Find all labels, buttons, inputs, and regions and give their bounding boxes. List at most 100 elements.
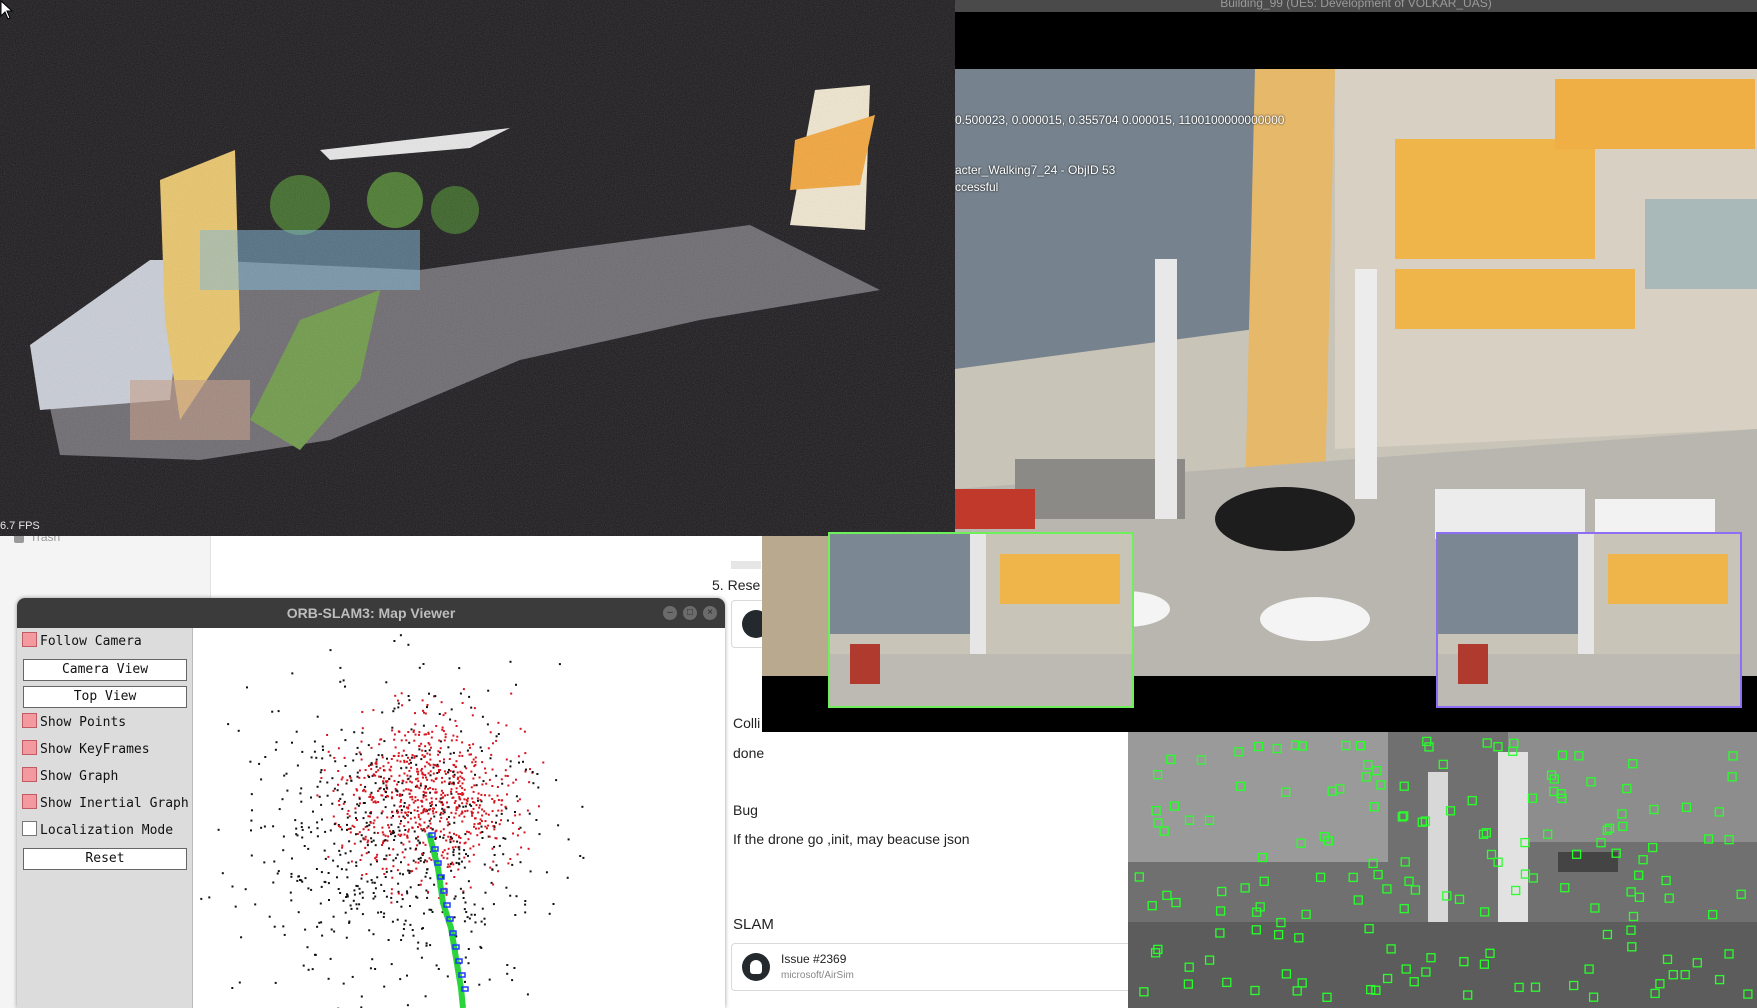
map-point <box>399 634 402 637</box>
map-point <box>430 817 432 820</box>
map-point <box>299 792 302 795</box>
map-point <box>390 775 393 778</box>
map-point <box>315 756 318 759</box>
map-point <box>417 835 419 838</box>
show-graph-checkbox[interactable]: Show Graph <box>22 767 118 787</box>
map-point <box>450 788 453 791</box>
map-point <box>428 857 431 860</box>
map-point <box>355 753 358 756</box>
camera-view-button[interactable]: Camera View <box>23 659 187 681</box>
orb-slam-map-viewer[interactable]: ORB-SLAM3: Map Viewer – □ × Follow Camer… <box>17 598 725 1008</box>
map-point <box>358 831 361 834</box>
map-point <box>466 800 469 803</box>
map-point <box>453 916 456 919</box>
map-point <box>548 912 551 915</box>
map-point <box>427 890 429 893</box>
map-point <box>337 747 340 750</box>
map-point <box>459 751 462 754</box>
map-point <box>338 825 340 828</box>
map-point <box>500 778 503 781</box>
pointcloud-viewer[interactable]: 6.7 FPS <box>0 0 955 536</box>
map-point <box>397 730 400 733</box>
reset-button[interactable]: Reset <box>23 848 187 870</box>
follow-camera-checkbox[interactable]: Follow Camera <box>22 632 142 652</box>
map-point <box>372 933 375 936</box>
map-point <box>429 805 432 807</box>
map-point <box>324 857 327 860</box>
map-point <box>417 941 420 944</box>
map-point <box>316 827 319 830</box>
map-point <box>474 773 476 776</box>
map-point <box>467 797 469 800</box>
map-point <box>463 788 466 791</box>
control-panel: Follow Camera Camera View Top View Show … <box>17 628 193 1008</box>
map-point <box>301 828 304 831</box>
map-point <box>336 876 338 879</box>
map-point <box>462 897 465 899</box>
map-point <box>310 831 313 834</box>
map-point <box>535 819 538 821</box>
map-point <box>429 764 432 767</box>
show-inertial-graph-checkbox[interactable]: Show Inertial Graph <box>22 794 189 814</box>
minimize-icon[interactable]: – <box>663 606 677 620</box>
map-point <box>458 857 461 860</box>
close-icon[interactable]: × <box>703 606 717 620</box>
map-point <box>338 849 341 852</box>
map-point <box>440 854 443 857</box>
map-point <box>383 740 386 743</box>
map-point <box>441 796 444 799</box>
map-point <box>360 758 363 761</box>
map-point <box>442 803 445 806</box>
map-point <box>438 739 441 742</box>
maximize-icon[interactable]: □ <box>683 606 697 620</box>
map-point <box>299 879 301 881</box>
issue-link-card[interactable]: Issue #2369 microsoft/AirSim <box>731 943 1133 991</box>
map-point <box>424 859 427 862</box>
yellow-column <box>1245 69 1335 499</box>
map-point <box>429 774 432 777</box>
map-point <box>376 832 379 834</box>
map-point <box>410 756 413 759</box>
map-point <box>432 766 435 769</box>
map-point <box>392 710 395 713</box>
map-point <box>509 765 512 768</box>
map-point <box>370 791 373 794</box>
map-point <box>295 730 298 733</box>
map-point <box>405 754 408 757</box>
localization-mode-checkbox[interactable]: Localization Mode <box>22 821 173 841</box>
map-point <box>250 819 253 822</box>
map-point <box>424 795 427 798</box>
map-point <box>372 796 375 799</box>
map-point <box>385 870 388 873</box>
map-point <box>471 761 474 764</box>
show-keyframes-checkbox[interactable]: Show KeyFrames <box>22 740 150 760</box>
map-point <box>461 702 464 704</box>
map-point <box>462 805 465 808</box>
map-point <box>320 921 323 924</box>
show-points-checkbox[interactable]: Show Points <box>22 713 126 733</box>
map-point <box>275 741 278 744</box>
top-view-button[interactable]: Top View <box>23 686 187 708</box>
map-point <box>426 706 428 709</box>
map-point <box>410 766 413 769</box>
map-point <box>445 839 448 842</box>
map-point <box>461 777 464 780</box>
map-point <box>422 794 425 797</box>
map-point <box>390 901 393 904</box>
map-point <box>391 811 393 814</box>
map-point <box>406 774 409 777</box>
map-point <box>353 731 356 734</box>
map-point <box>320 871 323 874</box>
map-point <box>529 870 532 873</box>
map-point <box>390 870 393 873</box>
camera-subview-left[interactable] <box>828 532 1134 708</box>
yellow-banner <box>1395 269 1635 329</box>
map-point <box>337 770 340 772</box>
map-point <box>450 790 452 793</box>
map-point <box>360 854 363 857</box>
map-point <box>455 790 458 793</box>
map-point <box>421 754 424 757</box>
camera-subview-right[interactable] <box>1436 532 1742 708</box>
map-canvas[interactable] <box>193 628 725 1008</box>
map-point <box>231 987 234 989</box>
